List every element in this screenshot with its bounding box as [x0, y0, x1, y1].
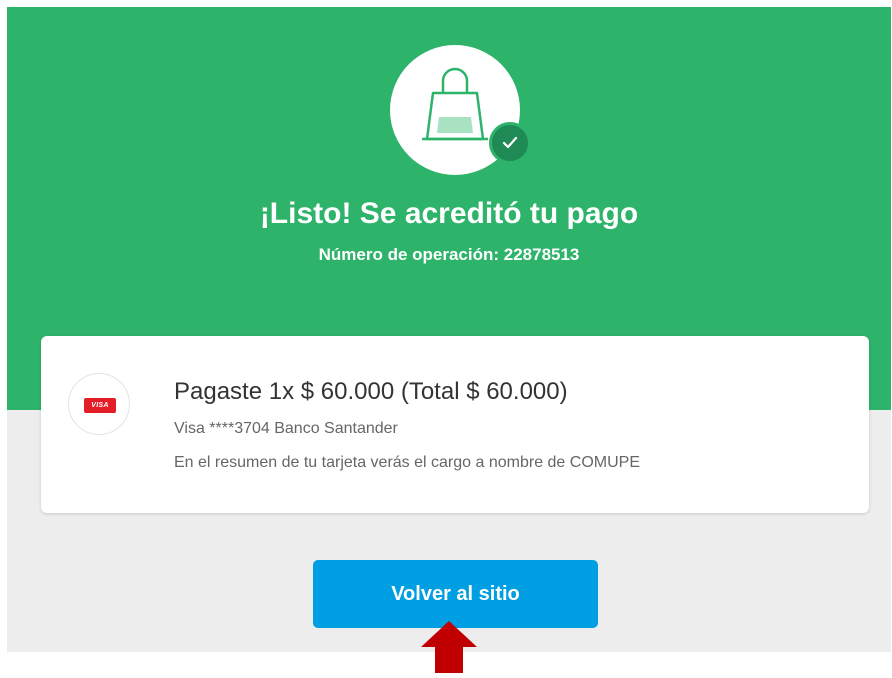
back-to-site-button[interactable]: Volver al sitio [313, 560, 598, 628]
card-info: Visa ****3704 Banco Santander [174, 420, 398, 437]
visa-logo: VISA [84, 398, 116, 413]
payment-summary: Pagaste 1x $ 60.000 (Total $ 60.000) [174, 378, 568, 405]
page-title: ¡Listo! Se acreditó tu pago [259, 197, 639, 230]
card-brand-logo: VISA [68, 373, 130, 435]
operation-number: Número de operación: 22878513 [318, 245, 580, 264]
payment-confirmation-page: ¡Listo! Se acreditó tu pago Número de op… [7, 7, 891, 652]
check-icon [489, 122, 531, 164]
statement-note: En el resumen de tu tarjeta verás el car… [174, 454, 640, 471]
arrow-up-icon [419, 621, 479, 678]
payment-summary-card: VISA Pagaste 1x $ 60.000 (Total $ 60.000… [41, 336, 869, 513]
